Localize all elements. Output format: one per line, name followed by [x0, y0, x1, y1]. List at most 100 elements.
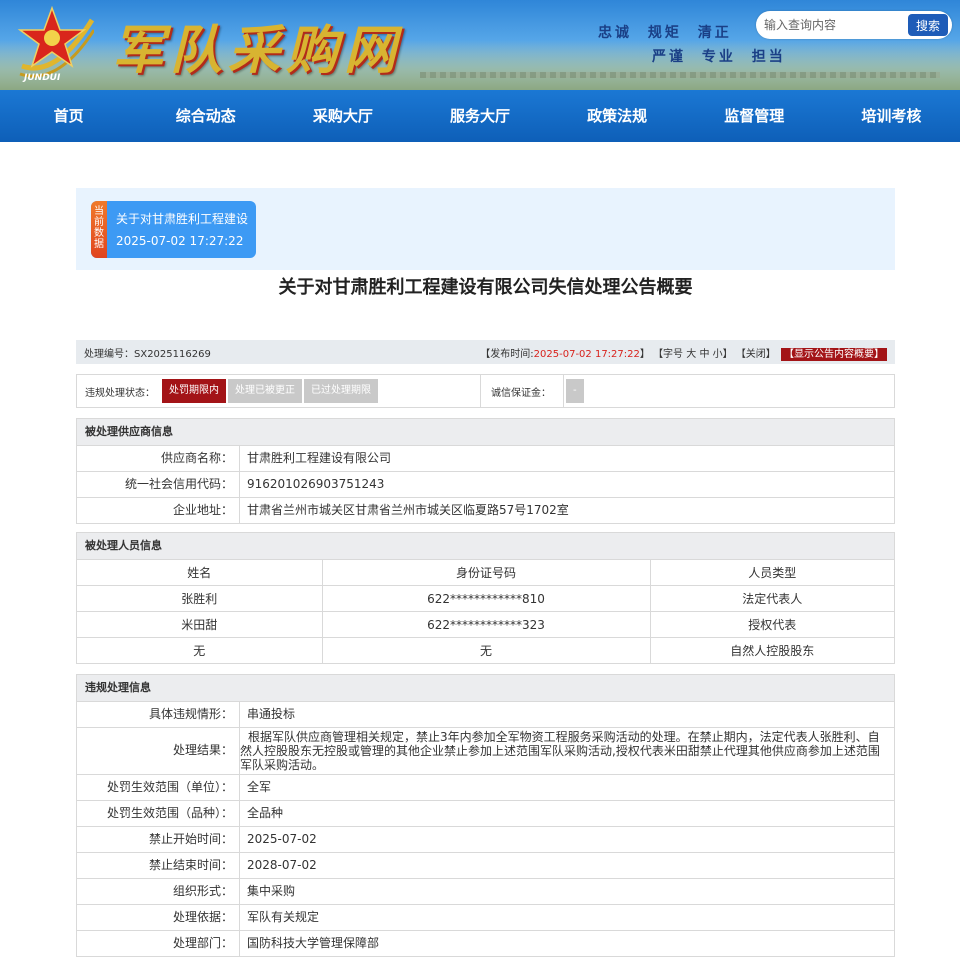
deposit-label: 诚信保证金： [491, 387, 551, 399]
header-banner: JUNDUI 军队采购网 忠诚 规矩 清正 严谨 专业 担当 搜索 [0, 0, 960, 90]
ban-start-label: 禁止开始时间： [77, 827, 240, 852]
person-id: 622************323 [321, 611, 650, 638]
person-type: 法定代表人 [649, 585, 894, 612]
font-medium-link[interactable]: 中 [699, 349, 709, 360]
motto-line-1: 忠诚 规矩 清正 [598, 25, 732, 41]
address-value: 甘肃省兰州市城关区甘肃省兰州市城关区临夏路57号1702室 [247, 503, 569, 517]
person-id: 无 [321, 637, 650, 663]
font-size-label: 【字号 [653, 348, 684, 360]
logo-text: JUNDUI [22, 73, 61, 83]
supplier-name-value: 甘肃胜利工程建设有限公司 [247, 451, 392, 465]
nav-item-home[interactable]: 首页 [0, 90, 137, 142]
logo-star-icon[interactable]: JUNDUI [16, 6, 94, 84]
table-row: 无 无 自然人控股股东 [77, 637, 894, 663]
publish-tools: 【发布时间:2025-07-02 17:27:22】 【字号 大 中 小】 【关… [480, 345, 887, 361]
deposit-divider [563, 375, 564, 407]
main-content: 当前数据 关于对甘肃胜利工程建设 2025-07-02 17:27:22 关于对… [76, 188, 895, 957]
status-label: 违规处理状态： [85, 387, 155, 399]
org-form-label: 组织形式： [77, 879, 240, 904]
kv-row: 处理结果： 根据军队供应商管理相关规定，禁止3年内参加全军物资工程服务采购活动的处… [77, 727, 894, 774]
ban-start-value: 2025-07-02 [247, 832, 317, 846]
persons-heading: 被处理人员信息 [77, 533, 894, 559]
ban-end-value: 2028-07-02 [247, 858, 317, 872]
font-large-link[interactable]: 大 [686, 349, 696, 360]
person-type: 自然人控股股东 [649, 637, 894, 663]
scope-category-label: 处罚生效范围（品种）： [77, 801, 240, 826]
kv-row: 组织形式： 集中采购 [77, 878, 894, 904]
search-box: 搜索 [756, 11, 952, 39]
kv-row: 供应商名称： 甘肃胜利工程建设有限公司 [77, 445, 894, 471]
result-label: 处理结果： [77, 728, 240, 774]
nav-item-supervision[interactable]: 监督管理 [686, 90, 823, 142]
kv-row: 处理依据： 军队有关规定 [77, 904, 894, 930]
nav-item-service-hall[interactable]: 服务大厅 [411, 90, 548, 142]
kv-row: 统一社会信用代码： 916201026903751243 [77, 471, 894, 497]
person-id: 622************810 [321, 585, 650, 612]
process-number-label: 处理编号： [84, 348, 134, 360]
kv-row: 禁止结束时间： 2028-07-02 [77, 852, 894, 878]
kv-row: 处理部门： 国防科技大学管理保障部 [77, 930, 894, 956]
person-name: 张胜利 [77, 585, 322, 612]
col-header-id: 身份证号码 [321, 559, 650, 586]
publish-time-end: 】 [639, 348, 650, 360]
supplier-name-label: 供应商名称： [77, 446, 240, 471]
department-label: 处理部门： [77, 931, 240, 956]
deposit-value: - [566, 379, 584, 403]
table-header-row: 姓名 身份证号码 人员类型 [77, 559, 894, 586]
current-data-time: 2025-07-02 17:27:22 [116, 234, 244, 248]
info-bar: 处理编号：SX2025116269 【发布时间:2025-07-02 17:27… [76, 340, 895, 364]
nav-item-training[interactable]: 培训考核 [823, 90, 960, 142]
credit-code-value: 916201026903751243 [247, 477, 385, 491]
scope-category-value: 全品种 [247, 806, 284, 820]
nav-item-policy[interactable]: 政策法规 [549, 90, 686, 142]
result-value: 根据军队供应商管理相关规定，禁止3年内参加全军物资工程服务采购活动的处理。在禁止… [240, 730, 880, 772]
department-value: 国防科技大学管理保障部 [247, 936, 380, 950]
situation-label: 具体违规情形： [77, 702, 240, 727]
address-label: 企业地址： [77, 498, 240, 523]
status-tag-in-period[interactable]: 处罚期限内 [162, 379, 226, 403]
person-type: 授权代表 [649, 611, 894, 638]
page-title: 关于对甘肃胜利工程建设有限公司失信处理公告概要 [278, 277, 693, 298]
person-name: 米田甜 [77, 611, 322, 638]
persons-table: 姓名 身份证号码 人员类型 张胜利 622************810 法定代… [77, 559, 894, 663]
scope-unit-value: 全军 [247, 780, 272, 794]
status-tag-expired[interactable]: 已过处理期限 [304, 379, 378, 403]
credit-code-label: 统一社会信用代码： [77, 472, 240, 497]
basis-label: 处理依据： [77, 905, 240, 930]
supplier-heading: 被处理供应商信息 [77, 419, 894, 445]
table-row: 张胜利 622************810 法定代表人 [77, 585, 894, 612]
col-header-type: 人员类型 [649, 559, 894, 586]
search-button[interactable]: 搜索 [908, 14, 948, 36]
kv-row: 具体违规情形： 串通投标 [77, 701, 894, 727]
great-wall-decoration [420, 72, 940, 78]
site-title[interactable]: 军队采购网 [112, 8, 402, 83]
status-tag-corrected[interactable]: 处理已被更正 [228, 379, 302, 403]
process-number-value: SX2025116269 [134, 348, 211, 360]
search-input[interactable] [764, 15, 904, 35]
current-data-tag: 当前数据 [91, 201, 107, 258]
kv-row: 处罚生效范围（单位）： 全军 [77, 774, 894, 800]
kv-row: 禁止开始时间： 2025-07-02 [77, 826, 894, 852]
basis-value: 军队有关规定 [247, 910, 320, 924]
scope-unit-label: 处罚生效范围（单位）： [77, 775, 240, 800]
org-form-value: 集中采购 [247, 884, 296, 898]
persons-section: 被处理人员信息 姓名 身份证号码 人员类型 张胜利 622***********… [76, 532, 895, 664]
violation-section: 违规处理信息 具体违规情形： 串通投标 处理结果： 根据军队供应商管理相关规定，禁止… [76, 674, 895, 957]
close-link[interactable]: 【关闭】 [736, 349, 776, 360]
current-data-panel: 当前数据 关于对甘肃胜利工程建设 2025-07-02 17:27:22 [76, 188, 895, 270]
font-small-link[interactable]: 小】 [713, 349, 733, 360]
supplier-section: 被处理供应商信息 供应商名称： 甘肃胜利工程建设有限公司 统一社会信用代码： 916… [76, 418, 895, 524]
col-header-name: 姓名 [77, 559, 322, 586]
current-data-title: 关于对甘肃胜利工程建设 [116, 212, 249, 226]
motto-line-2: 严谨 专业 担当 [652, 49, 786, 65]
show-summary-button[interactable]: 【显示公告内容概要】 [781, 347, 887, 361]
process-number: 处理编号：SX2025116269 [84, 345, 211, 360]
publish-time-value: 2025-07-02 17:27:22 [533, 348, 640, 360]
nav-item-procurement-hall[interactable]: 采购大厅 [274, 90, 411, 142]
nav-item-news[interactable]: 综合动态 [137, 90, 274, 142]
person-name: 无 [77, 637, 322, 663]
violation-status-row: 违规处理状态： 处罚期限内 处理已被更正 已过处理期限 诚信保证金： - [76, 374, 895, 408]
situation-value: 串通投标 [247, 707, 296, 721]
publish-time-label: 【发布时间: [480, 348, 534, 360]
current-data-card[interactable]: 当前数据 关于对甘肃胜利工程建设 2025-07-02 17:27:22 [91, 201, 256, 258]
